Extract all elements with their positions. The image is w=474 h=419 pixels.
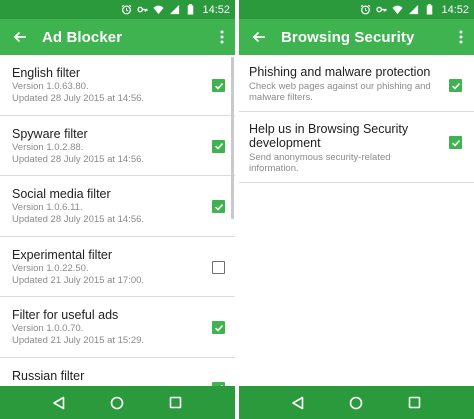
- filter-checkbox[interactable]: [212, 79, 225, 92]
- browsing-security-screen: 14:52 Browsing Security Phishing and mal…: [239, 0, 474, 419]
- option-description: Send anonymous security-related informat…: [249, 152, 391, 174]
- filter-row[interactable]: Spyware filter Version 1.0.2.88. Updated 2…: [0, 116, 235, 176]
- security-options-list: Phishing and malware protection Check web…: [239, 55, 474, 386]
- filter-version: Version 1.0.2.88.: [12, 141, 84, 153]
- filter-checkbox[interactable]: [212, 260, 225, 274]
- battery-icon: [185, 4, 196, 15]
- filter-list: English filter Version 1.0.63.80. Updated …: [0, 55, 235, 386]
- filter-version: Version 1.0.6.11.: [12, 202, 83, 213]
- status-bar: 14:52: [0, 0, 235, 19]
- status-time: 14:52: [441, 3, 469, 16]
- toolbar: Browsing Security: [239, 19, 474, 55]
- filter-version: Version 1.0.63.80.: [12, 81, 89, 92]
- filter-row[interactable]: English filter Version 1.0.63.80. Updated …: [0, 55, 235, 116]
- filter-row[interactable]: Social media filter Version 1.0.6.11. Upda…: [0, 176, 235, 237]
- filter-checkbox[interactable]: [212, 200, 225, 213]
- filter-name: Spyware filter: [12, 126, 88, 141]
- filter-updated: Updated 21 July 2015 at 17:00.: [12, 274, 145, 286]
- filter-checkbox[interactable]: [212, 139, 225, 153]
- key-icon: [137, 4, 149, 15]
- filter-updated: Updated 28 July 2015 at 14:56.: [12, 93, 145, 104]
- filter-row[interactable]: Experimental filter Version 1.0.22.50. Upd…: [0, 237, 235, 297]
- filter-name: English filter: [12, 66, 81, 80]
- status-time: 14:52: [202, 3, 230, 16]
- more-vert-icon[interactable]: [215, 28, 229, 46]
- circle-home-icon[interactable]: [348, 395, 364, 411]
- option-description: Check web pages against our phishing and…: [249, 81, 431, 103]
- alarm-icon: [121, 4, 132, 15]
- key-icon: [376, 4, 388, 15]
- option-name: Phishing and malware protection: [249, 65, 431, 79]
- circle-home-icon[interactable]: [109, 395, 125, 411]
- arrow-left-icon[interactable]: [251, 29, 267, 45]
- scrollbar[interactable]: [231, 57, 234, 219]
- filter-name: Experimental filter: [12, 247, 113, 262]
- wifi-icon: [392, 4, 404, 15]
- filter-name: Filter for useful ads: [12, 308, 119, 322]
- filter-row[interactable]: Filter for useful ads Version 1.0.0.70. Up…: [0, 297, 235, 358]
- toolbar: Ad Blocker: [0, 19, 235, 55]
- filter-checkbox[interactable]: [212, 321, 225, 334]
- triangle-back-icon[interactable]: [290, 395, 306, 411]
- filter-version: Version 1.0.22.50.: [12, 262, 89, 274]
- arrow-left-icon[interactable]: [12, 29, 28, 45]
- filter-updated: Updated 21 July 2015 at 15:29.: [12, 335, 145, 346]
- navigation-bar: [0, 386, 235, 419]
- filter-updated: Updated 28 July 2015 at 14:56.: [12, 214, 145, 225]
- security-option-row[interactable]: Phishing and malware protection Check web…: [239, 55, 474, 112]
- option-checkbox[interactable]: [449, 79, 462, 92]
- triangle-back-icon[interactable]: [51, 395, 67, 411]
- square-recents-icon[interactable]: [407, 395, 423, 411]
- option-name: Help us in Browsing Security development: [249, 122, 409, 150]
- filter-updated: Updated 28 July 2015 at 14:56.: [12, 153, 145, 165]
- alarm-icon: [360, 4, 371, 15]
- page-title: Ad Blocker: [42, 28, 123, 46]
- signal-icon: [408, 4, 419, 15]
- status-bar: 14:52: [239, 0, 474, 19]
- security-option-row[interactable]: Help us in Browsing Security development…: [239, 112, 474, 183]
- option-checkbox[interactable]: [449, 136, 462, 149]
- filter-name: Russian filter: [12, 368, 85, 383]
- filter-name: Social media filter: [12, 187, 111, 201]
- page-title: Browsing Security: [281, 28, 415, 46]
- ad-blocker-screen: 14:52 Ad Blocker English filter Version 1…: [0, 0, 235, 419]
- filter-version: Version 1.0.0.70.: [12, 323, 84, 334]
- navigation-bar: [239, 386, 474, 419]
- more-vert-icon[interactable]: [454, 28, 468, 46]
- wifi-icon: [153, 4, 165, 15]
- filter-row[interactable]: Russian filter: [0, 358, 235, 386]
- square-recents-icon[interactable]: [168, 395, 184, 411]
- battery-icon: [424, 4, 435, 15]
- signal-icon: [169, 4, 180, 15]
